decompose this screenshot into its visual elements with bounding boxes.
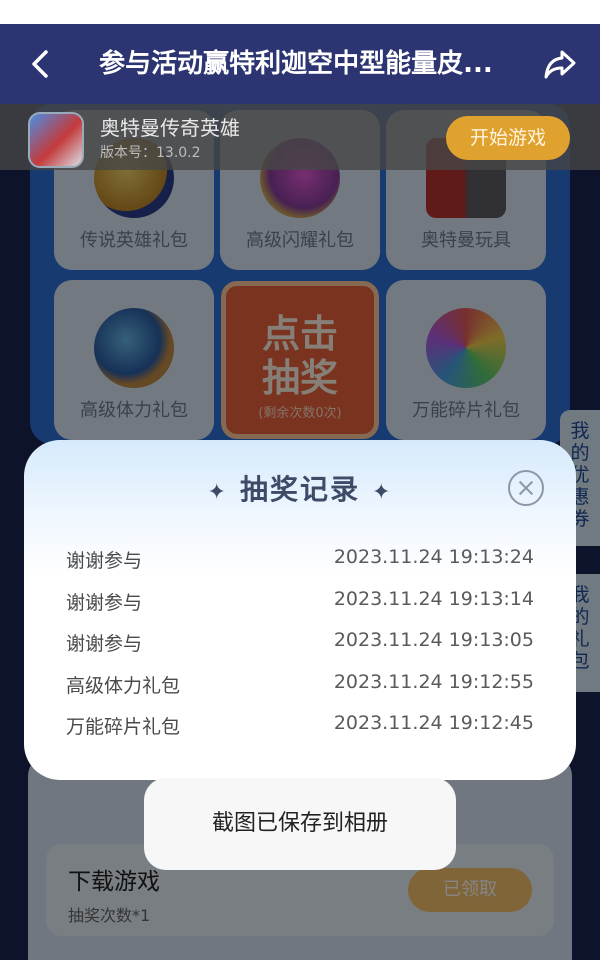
record-row: 谢谢参与 2023.11.24 19:13:24 [66, 540, 534, 582]
record-prize: 万能碎片礼包 [66, 716, 181, 738]
record-row: 高级体力礼包 2023.11.24 19:12:55 [66, 665, 534, 707]
modal-title-text: 抽奖记录 [239, 473, 360, 506]
record-time: 2023.11.24 19:12:45 [333, 712, 534, 734]
game-app-icon [28, 112, 84, 168]
share-arrow-icon[interactable] [540, 44, 580, 84]
sparkle-icon: ✦ [372, 480, 393, 505]
game-version: 版本号：13.0.2 [100, 145, 201, 161]
close-circle-icon[interactable] [508, 470, 544, 506]
record-prize: 谢谢参与 [66, 591, 143, 614]
page-title: 参与活动赢特利迦空中型能量皮... [99, 49, 493, 79]
toast-message: 截图已保存到相册 [144, 778, 456, 870]
back-chevron-icon[interactable] [22, 46, 58, 82]
record-time: 2023.11.24 19:13:14 [333, 587, 534, 610]
record-row: 谢谢参与 2023.11.24 19:13:05 [66, 623, 534, 665]
sparkle-icon: ✦ [207, 480, 228, 505]
record-time: 2023.11.24 19:13:05 [333, 629, 534, 651]
game-name: 奥特曼传奇英雄 [100, 116, 240, 140]
navigation-bar: 参与活动赢特利迦空中型能量皮... [0, 24, 600, 104]
record-row: 万能碎片礼包 2023.11.24 19:12:45 [66, 706, 534, 748]
record-prize: 谢谢参与 [66, 633, 143, 655]
status-bar [0, 0, 600, 24]
record-time: 2023.11.24 19:13:24 [333, 546, 534, 568]
record-time: 2023.11.24 19:12:55 [333, 670, 534, 693]
record-prize: 高级体力礼包 [66, 674, 181, 697]
start-game-button[interactable]: 开始游戏 [446, 116, 570, 160]
record-list: 谢谢参与 2023.11.24 19:13:24 谢谢参与 2023.11.24… [66, 540, 534, 748]
record-prize: 谢谢参与 [66, 550, 143, 572]
record-row: 谢谢参与 2023.11.24 19:13:14 [66, 582, 534, 624]
draw-records-modal: ✦ 抽奖记录 ✦ 谢谢参与 2023.11.24 19:13:24 谢谢参与 202… [24, 440, 576, 780]
modal-title: ✦ 抽奖记录 ✦ [24, 468, 576, 508]
game-info-banner: 奥特曼传奇英雄 版本号：13.0.2 开始游戏 [0, 104, 600, 170]
